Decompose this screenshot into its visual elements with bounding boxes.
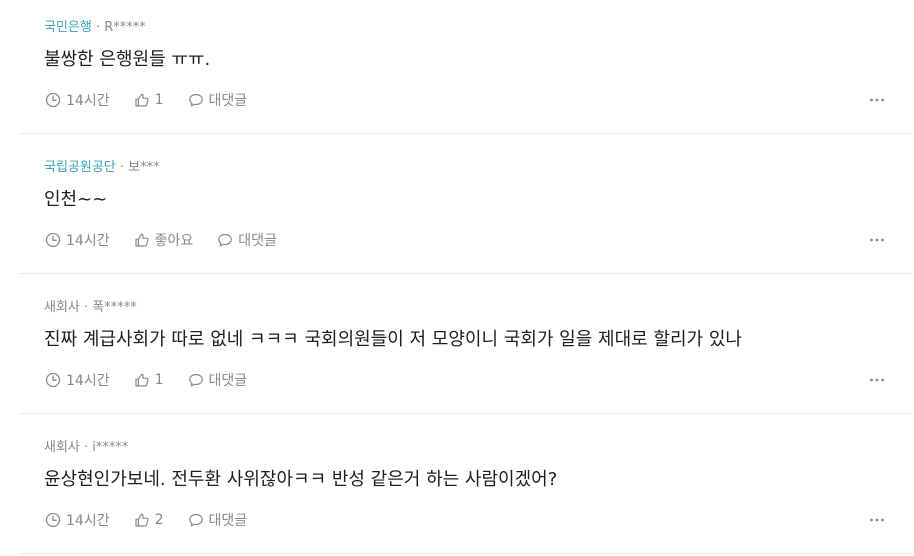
comment-time: 14시간 [45,511,110,529]
comment-item: 새회사 · 폭***** 진짜 계급사회가 따로 없네 ㅋㅋㅋ 국회의원들이 저… [19,274,912,414]
like-count: 2 [154,512,164,528]
comment-text: 진짜 계급사회가 따로 없네 ㅋㅋㅋ 국회의원들이 저 모양이니 국회가 일을 … [44,329,742,350]
time-label: 14시간 [66,513,110,529]
reply-label: 대댓글 [238,233,277,249]
clock-icon [45,92,61,108]
comment-time: 14시간 [45,91,110,109]
comment-actions: 14시간 1 대댓글 [45,371,271,389]
more-dots-icon [870,98,884,102]
comment-actions: 14시간 1 대댓글 [45,91,271,109]
thumbs-up-icon [134,373,149,387]
comment-meta: 새회사 · i***** [44,440,128,456]
time-label: 14시간 [66,93,110,109]
comment-time: 14시간 [45,371,110,389]
comment-text: 윤상현인가보네. 전두환 사위잖아ㅋㅋ 반성 같은거 하는 사람이겠어? [44,469,558,490]
author-organization[interactable]: 국민은행 [44,20,92,35]
author-organization[interactable]: 국립공원공단 [44,160,116,175]
reply-button[interactable]: 대댓글 [217,231,277,249]
like-count: 1 [154,372,164,388]
comment-item: 새회사 · i***** 윤상현인가보네. 전두환 사위잖아ㅋㅋ 반성 같은거 … [19,414,912,554]
reply-button[interactable]: 대댓글 [188,371,248,389]
more-options-button[interactable] [868,231,886,249]
more-options-button[interactable] [868,91,886,109]
comment-item: 국민은행 · R***** 불쌍한 은행원들 ㅠㅠ. 14시간 1 대댓글 [19,0,912,134]
speech-bubble-icon [188,513,203,527]
comment-actions: 14시간 좋아요 대댓글 [45,231,301,249]
comment-text: 불쌍한 은행원들 ㅠㅠ. [44,49,211,70]
more-dots-icon [870,378,884,382]
time-label: 14시간 [66,233,110,249]
author-name: · i***** [79,440,129,455]
like-button[interactable]: 1 [134,91,164,109]
comment-list: 국민은행 · R***** 불쌍한 은행원들 ㅠㅠ. 14시간 1 대댓글 국립… [0,0,914,556]
thumbs-up-icon [134,513,149,527]
clock-icon [45,232,61,248]
thumbs-up-icon [134,233,149,247]
clock-icon [45,372,61,388]
reply-button[interactable]: 대댓글 [188,91,248,109]
reply-label: 대댓글 [208,513,248,529]
reply-label: 대댓글 [208,93,248,109]
author-name: · 보*** [115,160,160,175]
speech-bubble-icon [188,93,203,107]
like-button[interactable]: 좋아요 [134,231,194,249]
comment-meta: 국립공원공단 · 보*** [44,160,160,176]
reply-label: 대댓글 [208,373,248,389]
comment-item: 국립공원공단 · 보*** 인천~~ 14시간 좋아요 대댓글 [19,134,912,274]
more-dots-icon [870,238,884,242]
comment-time: 14시간 [45,231,110,249]
more-options-button[interactable] [868,511,886,529]
comment-text: 인천~~ [44,189,108,210]
comment-meta: 새회사 · 폭***** [44,300,137,316]
clock-icon [45,512,61,528]
speech-bubble-icon [188,373,203,387]
author-organization: 새회사 [44,440,80,455]
reply-button[interactable]: 대댓글 [188,511,248,529]
like-button[interactable]: 1 [134,371,164,389]
author-organization: 새회사 [44,300,80,315]
more-options-button[interactable] [868,371,886,389]
more-dots-icon [870,518,884,522]
comment-meta: 국민은행 · R***** [44,20,146,36]
like-button[interactable]: 2 [134,511,164,529]
speech-bubble-icon [218,233,233,247]
like-count: 1 [154,92,164,108]
thumbs-up-icon [134,93,149,107]
like-count: 좋아요 [154,233,194,249]
author-name: · 폭***** [79,300,137,315]
comment-actions: 14시간 2 대댓글 [45,511,271,529]
author-name: · R***** [91,20,146,35]
time-label: 14시간 [66,373,110,389]
